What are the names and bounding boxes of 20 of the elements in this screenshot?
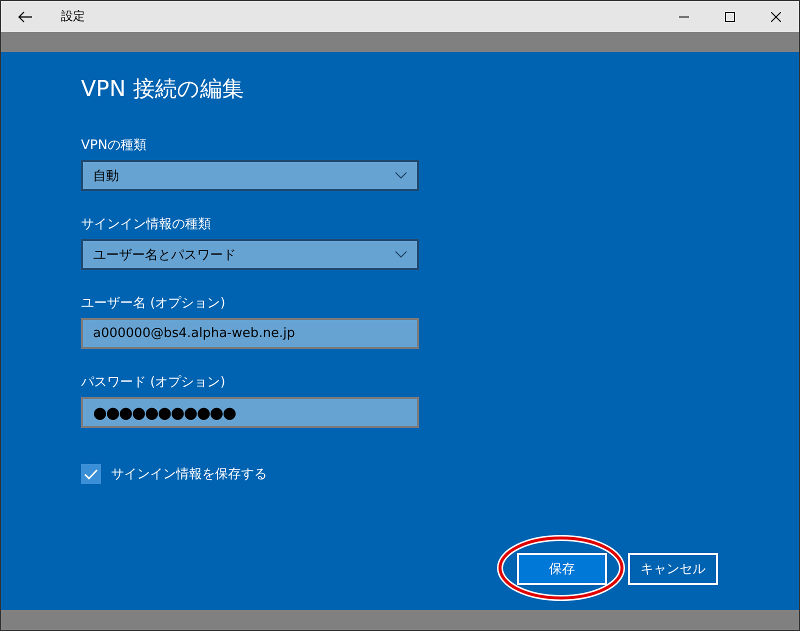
dialog-title: VPN 接続の編集 xyxy=(81,76,245,104)
checkmark-icon xyxy=(84,468,98,480)
input-field[interactable]: a000000@bs4.alpha-web.ne.jp xyxy=(81,318,419,349)
checkbox-label: サインイン情報を保存する xyxy=(111,466,267,483)
field-label: サインイン情報の種類 xyxy=(81,216,212,233)
field-label: VPNの種類 xyxy=(81,137,148,154)
checkbox[interactable] xyxy=(81,464,101,484)
chevron-down-icon xyxy=(395,251,407,258)
dropdown[interactable]: 自動 xyxy=(81,160,419,191)
save-button[interactable]: 保存 xyxy=(517,553,607,585)
dropdown[interactable]: ユーザー名とパスワード xyxy=(81,239,419,270)
chevron-down-icon xyxy=(395,172,407,179)
field-label: パスワード (オプション) xyxy=(81,374,226,391)
back-arrow-icon xyxy=(18,10,32,22)
input-field[interactable]: ●●●●●●●●●●● xyxy=(81,397,419,428)
maximize-icon xyxy=(725,12,735,22)
cancel-button[interactable]: キャンセル xyxy=(628,553,718,585)
field-label: ユーザー名 (オプション) xyxy=(81,295,226,312)
close-icon xyxy=(771,12,781,22)
window-title: 設定 xyxy=(61,8,86,25)
